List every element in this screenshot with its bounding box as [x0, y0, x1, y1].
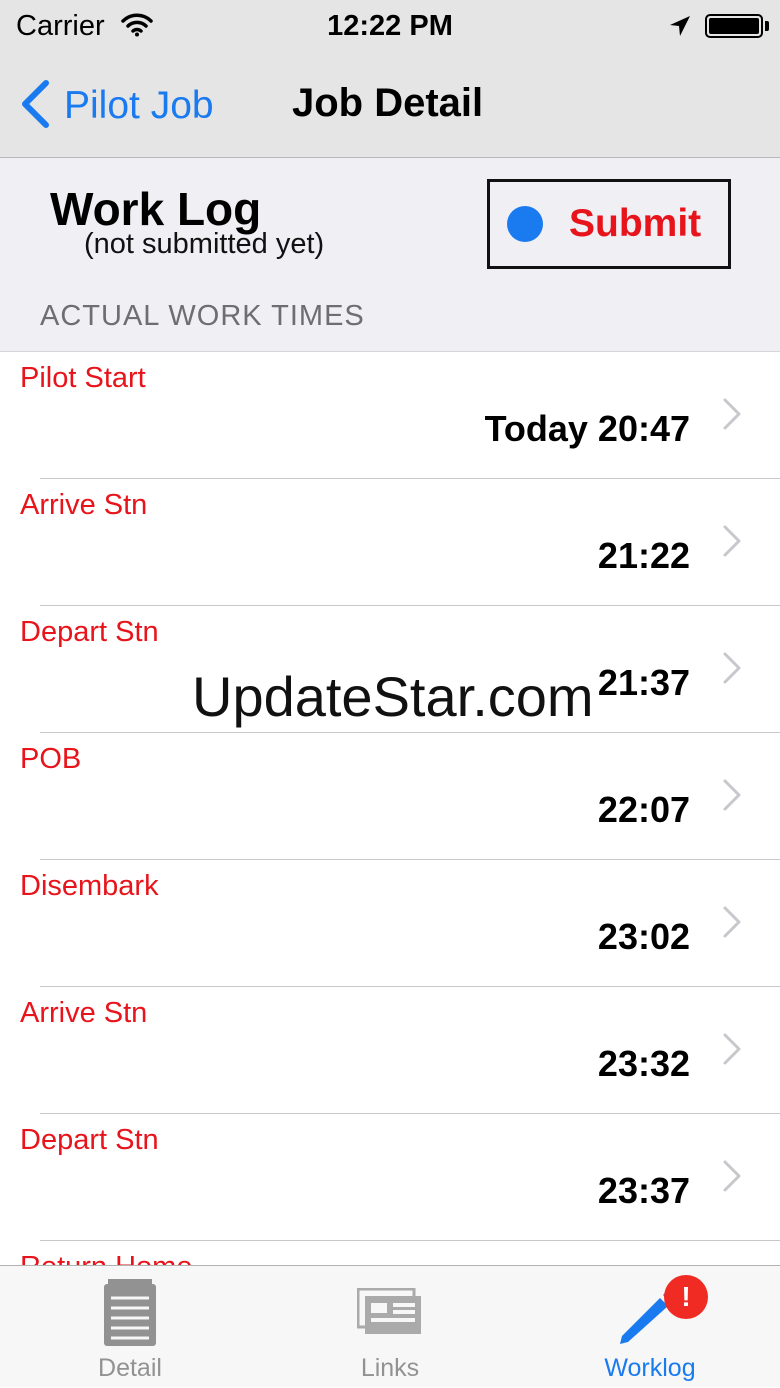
row-label: Depart Stn: [20, 616, 159, 648]
battery-tip: [765, 21, 769, 31]
row-value: 21:37: [597, 662, 690, 703]
tab-label: Detail: [98, 1354, 162, 1382]
status-dot-icon: [507, 206, 543, 242]
row-value: Today 20:47: [484, 408, 690, 449]
section-header: ACTUAL WORK TIMES: [40, 300, 365, 332]
worklog-header: Work Log (not submitted yet) Submit ACTU…: [0, 158, 780, 352]
location-arrow-icon: [668, 14, 692, 43]
chevron-right-icon: [722, 397, 742, 436]
row-label: Disembark: [20, 870, 159, 902]
row-label: Depart Stn: [20, 1124, 159, 1156]
worklog-status: (not submitted yet): [84, 228, 325, 260]
submit-button[interactable]: Submit: [487, 179, 731, 269]
tab-bar: Detail Links Worklog: [0, 1265, 780, 1387]
list-item[interactable]: Disembark 23:02: [0, 860, 780, 987]
list-item[interactable]: Arrive Stn 21:22: [0, 479, 780, 606]
navigation-bar: Pilot Job Job Detail: [0, 54, 780, 158]
row-label: Arrive Stn: [20, 489, 148, 521]
submit-button-label: Submit: [569, 202, 702, 245]
watermark: UpdateStar.com: [192, 665, 594, 728]
status-time: 12:22 PM: [327, 10, 453, 42]
list-item[interactable]: Pilot Start Today 20:47: [0, 352, 780, 479]
row-label: Return Home: [20, 1251, 192, 1265]
list-item[interactable]: Depart Stn 23:37: [0, 1114, 780, 1241]
back-button[interactable]: Pilot Job: [18, 78, 214, 134]
tab-label: Links: [360, 1354, 420, 1382]
chevron-right-icon: [722, 524, 742, 563]
chevron-right-icon: [722, 778, 742, 817]
links-icon: [356, 1287, 423, 1341]
row-value: 23:37: [597, 1170, 690, 1211]
chevron-right-icon: [722, 905, 742, 944]
chevron-right-icon: [722, 1032, 742, 1071]
row-value: 23:32: [597, 1043, 690, 1084]
tab-detail[interactable]: Detail: [0, 1266, 260, 1388]
notification-badge: !: [664, 1275, 708, 1319]
list-item[interactable]: Arrive Stn 23:32: [0, 987, 780, 1114]
chevron-right-icon: [722, 651, 742, 690]
row-value: 23:02: [597, 916, 690, 957]
row-label: Pilot Start: [20, 362, 146, 394]
document-icon: [102, 1278, 158, 1353]
tab-links[interactable]: Links: [260, 1266, 520, 1388]
chevron-right-icon: [722, 1159, 742, 1198]
list-item[interactable]: Return Home: [0, 1241, 780, 1265]
battery-icon: [705, 14, 763, 38]
row-label: Arrive Stn: [20, 997, 148, 1029]
status-bar: Carrier 12:22 PM: [0, 0, 780, 54]
row-value: 22:07: [597, 789, 690, 830]
tab-label: Worklog: [604, 1354, 696, 1382]
list-item[interactable]: POB 22:07: [0, 733, 780, 860]
back-button-label: Pilot Job: [64, 84, 214, 127]
tab-worklog[interactable]: Worklog: [520, 1266, 780, 1388]
page-title: Job Detail: [292, 81, 484, 125]
chevron-left-icon: [18, 79, 52, 134]
work-times-list: Pilot Start Today 20:47 Arrive Stn 21:22…: [0, 352, 780, 1265]
row-label: POB: [20, 743, 82, 775]
row-value: 21:22: [597, 535, 690, 576]
